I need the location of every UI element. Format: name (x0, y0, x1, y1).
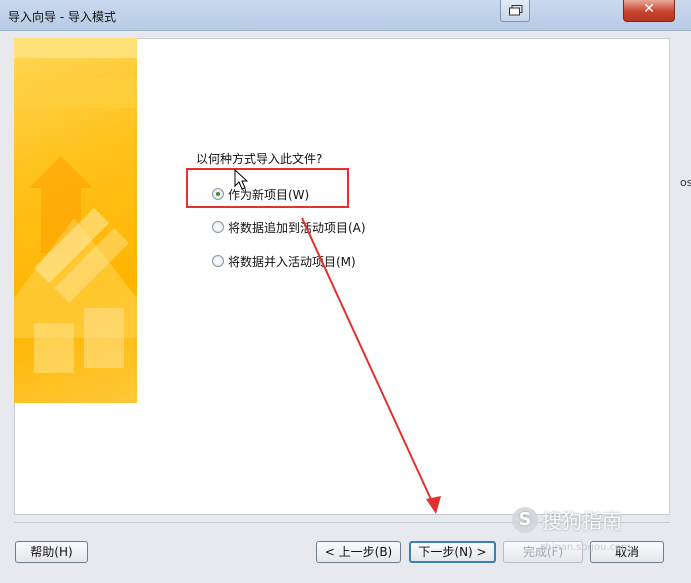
help-button[interactable]: 帮助(H) (15, 541, 88, 563)
annotation-arrow (301, 217, 441, 514)
back-button[interactable]: < 上一步(B) (316, 541, 401, 563)
watermark-url: zhinan.sogou.com (540, 542, 632, 553)
background-window-text: os (680, 176, 691, 189)
sogou-logo-icon: S (512, 506, 538, 533)
watermark-text: 搜狗指南 (542, 509, 622, 533)
watermark: S 搜狗指南 (512, 505, 622, 534)
next-button[interactable]: 下一步(N) > (409, 541, 496, 563)
mouse-cursor-icon (234, 169, 249, 190)
